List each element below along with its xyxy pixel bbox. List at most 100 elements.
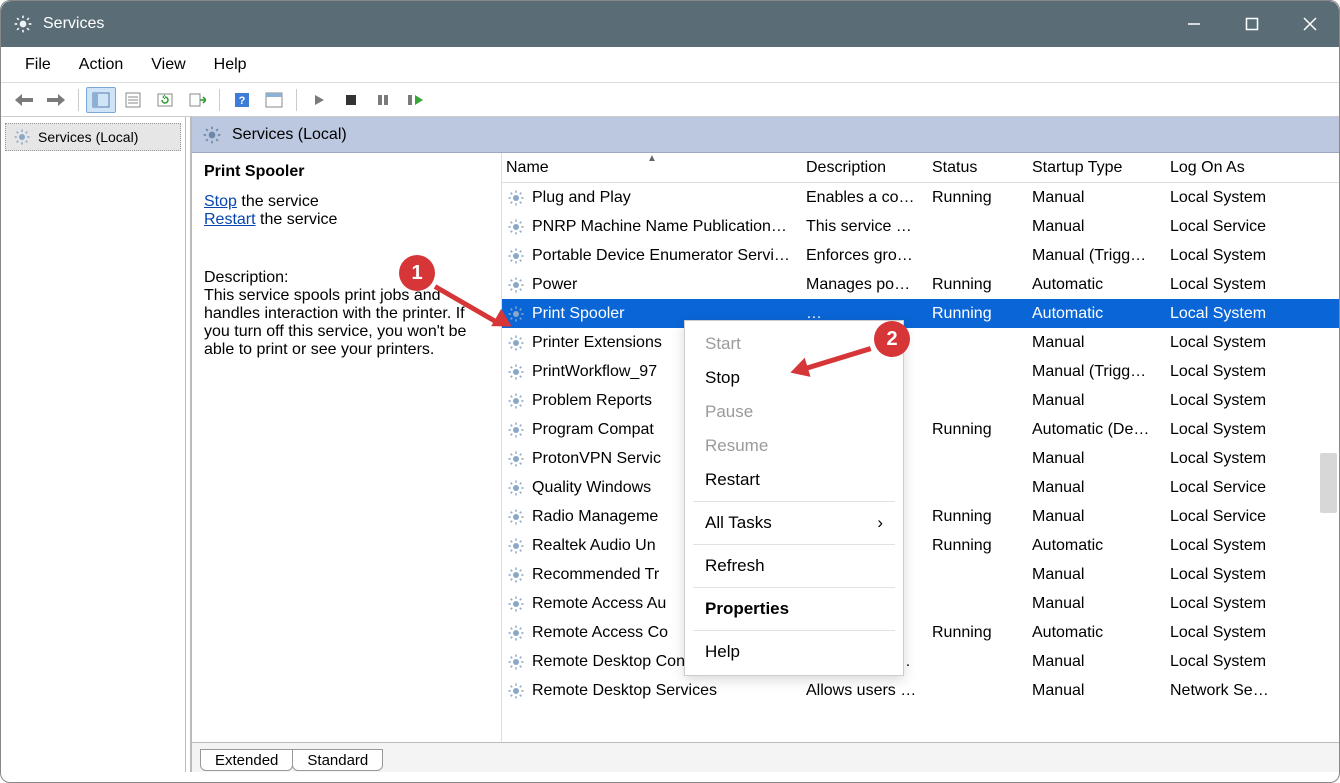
service-stop-button[interactable]: [336, 87, 366, 113]
table-row[interactable]: Program Compate …RunningAutomatic (De…Lo…: [502, 415, 1339, 444]
cell-log-on-as: Local System: [1170, 653, 1310, 671]
detail-pane: Print Spooler Stop the service Restart t…: [192, 153, 502, 742]
cell-startup-type: Automatic: [1032, 537, 1170, 555]
list-header: ▲ Name Description Status Startup Type L…: [502, 153, 1339, 183]
cell-status: Running: [932, 421, 1032, 439]
service-pause-button[interactable]: [368, 87, 398, 113]
table-row[interactable]: Portable Device Enumerator Servi… Enforce…: [502, 241, 1339, 270]
gear-icon: [506, 594, 526, 614]
table-row[interactable]: Remote Desktop ServicesAllows users …Man…: [502, 676, 1339, 705]
maximize-button[interactable]: [1223, 1, 1281, 47]
cm-restart[interactable]: Restart: [685, 463, 903, 497]
toolbar-show-hide-tree-button[interactable]: [86, 87, 116, 113]
gear-icon: [506, 362, 526, 382]
service-start-button[interactable]: [304, 87, 334, 113]
toolbar-refresh-button[interactable]: [150, 87, 180, 113]
table-row[interactable]: Realtek Audio Undi…RunningAutomaticLocal…: [502, 531, 1339, 560]
back-button[interactable]: [9, 87, 39, 113]
cell-name: Portable Device Enumerator Servi…: [532, 247, 790, 265]
cell-startup-type: Manual: [1032, 653, 1170, 671]
toolbar: ?: [1, 83, 1339, 117]
table-row[interactable]: PNRP Machine Name Publication… This servi…: [502, 212, 1339, 241]
tab-extended[interactable]: Extended: [200, 749, 293, 771]
chevron-right-icon: ›: [877, 513, 883, 533]
gear-icon: [506, 420, 526, 440]
col-startup-type[interactable]: Startup Type: [1032, 159, 1170, 177]
table-row[interactable]: ProtonVPN ServicManualLocal System: [502, 444, 1339, 473]
cm-all-tasks[interactable]: All Tasks›: [685, 506, 903, 540]
cm-start: Start: [685, 327, 903, 361]
app-gear-icon: [11, 12, 35, 36]
col-log-on-as[interactable]: Log On As: [1170, 159, 1310, 177]
col-status[interactable]: Status: [932, 159, 1032, 177]
cell-startup-type: Manual: [1032, 189, 1170, 207]
menu-action[interactable]: Action: [65, 52, 137, 78]
cell-startup-type: Manual (Trigg…: [1032, 363, 1170, 381]
forward-button[interactable]: [41, 87, 71, 113]
cell-status: Running: [932, 276, 1032, 294]
cell-startup-type: Manual: [1032, 334, 1170, 352]
cell-log-on-as: Local System: [1170, 305, 1310, 323]
gear-icon: [506, 246, 526, 266]
cell-name: Printer Extensions: [532, 334, 662, 352]
toolbar-show-hide-action-button[interactable]: [259, 87, 289, 113]
cell-description: Enforces gro…: [806, 247, 932, 265]
table-row[interactable]: Problem Reportse …ManualLocal System: [502, 386, 1339, 415]
cell-startup-type: Automatic: [1032, 276, 1170, 294]
selected-service-title: Print Spooler: [204, 163, 489, 181]
restart-link[interactable]: Restart: [204, 211, 256, 228]
cell-log-on-as: Local Service: [1170, 218, 1310, 236]
menu-file[interactable]: File: [11, 52, 65, 78]
cell-startup-type: Manual (Trigg…: [1032, 247, 1170, 265]
cell-description: This service …: [806, 218, 932, 236]
table-row[interactable]: Print Spooler…RunningAutomaticLocal Syst…: [502, 299, 1339, 328]
cell-log-on-as: Local Service: [1170, 508, 1310, 526]
cell-status: Running: [932, 537, 1032, 555]
gear-icon: [506, 652, 526, 672]
scrollbar-thumb[interactable]: [1320, 453, 1337, 513]
gear-icon: [506, 275, 526, 295]
menu-help[interactable]: Help: [200, 52, 261, 78]
table-row[interactable]: Remote Access Codi…RunningAutomaticLocal…: [502, 618, 1339, 647]
cell-name: Print Spooler: [532, 305, 625, 323]
cell-startup-type: Manual: [1032, 392, 1170, 410]
cell-log-on-as: Local System: [1170, 450, 1310, 468]
cell-name: Radio Manageme: [532, 508, 658, 526]
table-row[interactable]: PowerManages po…RunningAutomaticLocal Sy…: [502, 270, 1339, 299]
tab-standard[interactable]: Standard: [292, 749, 383, 771]
toolbar-export-button[interactable]: [182, 87, 212, 113]
cell-description: Manages po…: [806, 276, 932, 294]
toolbar-properties-button[interactable]: [118, 87, 148, 113]
cell-name: PNRP Machine Name Publication…: [532, 218, 787, 236]
table-row[interactable]: Recommended Trut…ManualLocal System: [502, 560, 1339, 589]
pane-header: Services (Local): [192, 117, 1339, 153]
minimize-button[interactable]: [1165, 1, 1223, 47]
gear-icon: [506, 536, 526, 556]
menu-view[interactable]: View: [137, 52, 199, 78]
table-row[interactable]: Quality Windows…ManualLocal Service: [502, 473, 1339, 502]
cm-properties[interactable]: Properties: [685, 592, 903, 626]
gear-icon: [506, 391, 526, 411]
table-row[interactable]: Remote Desktop ConfigurationRemote Des…M…: [502, 647, 1339, 676]
gear-icon: [506, 333, 526, 353]
cell-log-on-as: Network Se…: [1170, 682, 1310, 700]
table-row[interactable]: Plug and PlayEnables a co…RunningManualL…: [502, 183, 1339, 212]
col-description[interactable]: Description: [806, 159, 932, 177]
sidebar-item-services-local[interactable]: Services (Local): [5, 123, 181, 151]
service-restart-button[interactable]: [400, 87, 430, 113]
table-row[interactable]: Remote Access Auco…ManualLocal System: [502, 589, 1339, 618]
toolbar-help-button[interactable]: ?: [227, 87, 257, 113]
table-row[interactable]: PrintWorkflow_97…Manual (Trigg…Local Sys…: [502, 357, 1339, 386]
stop-link[interactable]: Stop: [204, 193, 237, 210]
gear-icon: [202, 125, 222, 145]
close-button[interactable]: [1281, 1, 1339, 47]
cm-pause: Pause: [685, 395, 903, 429]
table-row[interactable]: Radio Manageme…RunningManualLocal Servic…: [502, 502, 1339, 531]
cm-help[interactable]: Help: [685, 635, 903, 669]
cell-name: Problem Reports: [532, 392, 652, 410]
cm-refresh[interactable]: Refresh: [685, 549, 903, 583]
view-tabs: Extended Standard: [192, 742, 1339, 772]
table-row[interactable]: Printer Extensionse …ManualLocal System: [502, 328, 1339, 357]
cell-name: Power: [532, 276, 577, 294]
cell-name: ProtonVPN Servic: [532, 450, 661, 468]
